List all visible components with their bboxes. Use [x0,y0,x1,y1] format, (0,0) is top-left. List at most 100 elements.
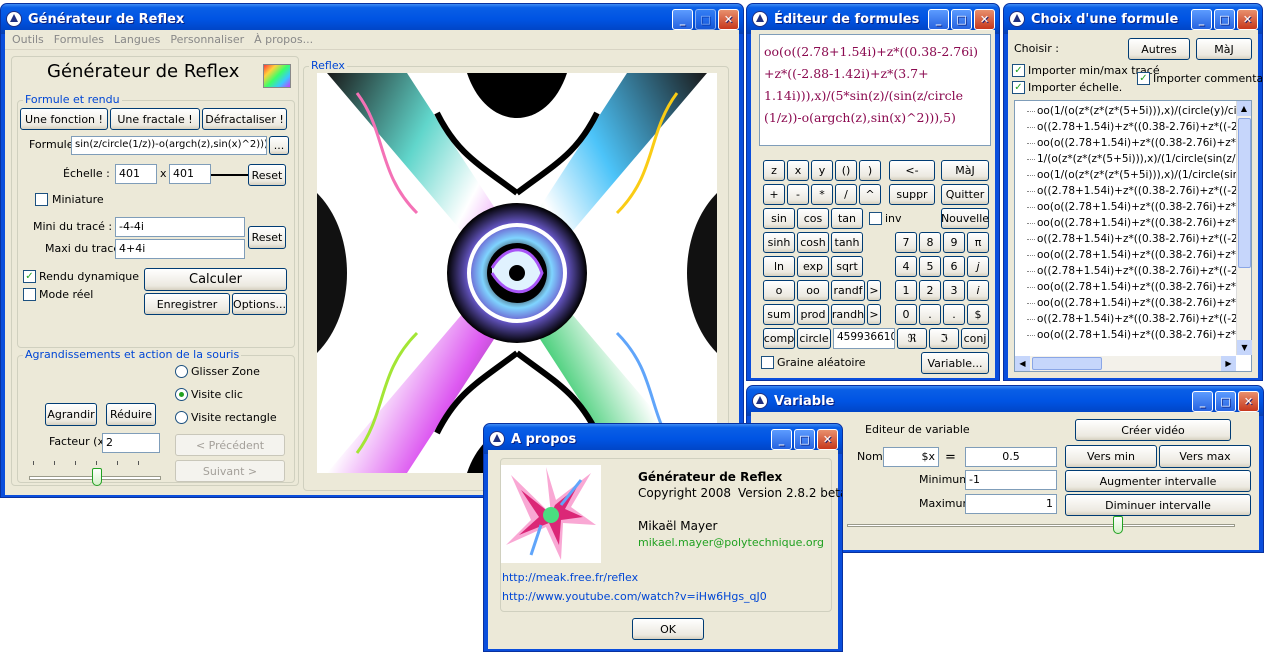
close-icon[interactable]: ✕ [718,9,739,30]
nom-input[interactable]: $x [883,447,939,467]
key-ln[interactable]: ln [763,256,795,277]
fractal-canvas[interactable] [317,73,717,473]
close-icon[interactable]: ✕ [1237,9,1258,30]
agrandir-button[interactable]: Agrandir [45,403,97,426]
graine-checkbox[interactable] [761,356,774,369]
import-echelle-checkbox[interactable]: ✓ [1012,81,1025,94]
key-9[interactable]: 9 [943,232,965,253]
key-real[interactable]: ℜ [897,328,927,349]
key-sqrt[interactable]: sqrt [831,256,863,277]
maximize-icon[interactable]: □ [794,429,815,450]
scale-height-input[interactable]: 401 [169,164,211,184]
key-sum[interactable]: sum [763,304,795,325]
minimize-icon[interactable]: _ [1191,9,1212,30]
key-dollar[interactable]: $ [967,304,989,325]
key-3[interactable]: 3 [943,280,965,301]
scroll-thumb[interactable] [1238,118,1251,268]
list-item[interactable]: 1/(o(z*(z*(z*(5+5i))),x)/(1/circle(sin(z… [1015,151,1251,167]
suivant-button[interactable]: Suivant > [175,460,285,482]
mini-input[interactable]: -4-4i [115,217,245,237]
key-x[interactable]: x [787,160,809,181]
key-imag[interactable]: ℑ [929,328,959,349]
menu-formules[interactable]: Formules [49,33,109,46]
menu-outils[interactable]: Outils [7,33,49,46]
key-dot2[interactable]: . [943,304,965,325]
hscroll-thumb[interactable] [1032,357,1102,370]
key-randf-more[interactable]: > [867,280,881,301]
key-4[interactable]: 4 [895,256,917,277]
minimize-icon[interactable]: _ [672,9,693,30]
list-item[interactable]: oo(o((2.78+1.54i)+z*((0.38-2.76i)+z*((- [1015,199,1251,215]
list-item[interactable]: oo(o((2.78+1.54i)+z*((0.38-2.76i)+z*((- [1015,279,1251,295]
about-link-youtube[interactable]: http://www.youtube.com/watch?v=iHw6Hgs_q… [502,590,767,603]
list-item[interactable]: oo(o((2.78+1.54i)+z*((0.38-2.76i)+z*((- [1015,247,1251,263]
autres-button[interactable]: Autres [1128,38,1190,60]
mode-reel-checkbox[interactable] [23,288,36,301]
close-icon[interactable]: ✕ [817,429,838,450]
fonction-button[interactable]: Une fonction ! [20,108,108,130]
about-link-site[interactable]: http://meak.free.fr/reflex [502,571,638,584]
maximize-icon[interactable]: □ [1214,9,1235,30]
variable-button[interactable]: Variable... [921,352,989,374]
maximum-input[interactable]: 1 [965,494,1057,514]
key-randf[interactable]: randf [831,280,865,301]
augmenter-button[interactable]: Augmenter intervalle [1065,470,1251,492]
key-pi[interactable]: π [967,232,989,253]
key-7[interactable]: 7 [895,232,917,253]
key-divide[interactable]: / [835,184,857,205]
key-tan[interactable]: tan [831,208,863,229]
maximize-icon[interactable]: □ [695,9,716,30]
formula-list[interactable]: oo(1/(o(z*(z*(z*(5+5i))),x)/(circle(y)/c… [1014,100,1252,372]
key-oo[interactable]: oo [797,280,829,301]
key-6[interactable]: 6 [943,256,965,277]
miniature-checkbox[interactable] [35,193,48,206]
key-exp[interactable]: exp [797,256,829,277]
reset-range-button[interactable]: Reset [248,226,286,249]
key-prod[interactable]: prod [797,304,829,325]
list-item[interactable]: o((2.78+1.54i)+z*((0.38-2.76i)+z*((-2.8 [1015,183,1251,199]
list-item[interactable]: o((2.78+1.54i)+z*((0.38-2.76i)+z*((-2.8 [1015,119,1251,135]
list-item[interactable]: oo(1/(o(z*(z*(z*(5+5i))),x)/(circle(y)/c… [1015,103,1251,119]
inv-checkbox[interactable] [869,212,882,225]
key-z[interactable]: z [763,160,785,181]
key-conj[interactable]: conj [961,328,989,349]
key-randh[interactable]: randh [831,304,865,325]
diminuer-button[interactable]: Diminuer intervalle [1065,494,1251,516]
close-icon[interactable]: ✕ [974,9,995,30]
key-parens[interactable]: () [835,160,857,181]
ok-button[interactable]: OK [632,618,704,640]
key-2[interactable]: 2 [919,280,941,301]
menu-langues[interactable]: Langues [109,33,165,46]
key-cos[interactable]: cos [797,208,829,229]
list-item[interactable]: oo(o((2.78+1.54i)+z*((0.38-2.76i)+z*((- [1015,215,1251,231]
key-tanh[interactable]: tanh [831,232,863,253]
formula-input[interactable]: sin(z/circle(1/z))-o(argch(z),sin(x)^2))… [71,136,267,155]
scroll-down-icon[interactable]: ▼ [1237,340,1252,355]
key-suppr[interactable]: suppr [889,184,935,205]
key-backspace[interactable]: <- [889,160,935,181]
calculer-button[interactable]: Calculer [144,268,287,291]
vers-max-button[interactable]: Vers max [1159,445,1251,468]
precedent-button[interactable]: < Précédent [175,434,285,456]
key-close-paren[interactable]: ) [859,160,881,181]
about-email[interactable]: mikael.mayer@polytechnique.org [638,536,824,549]
maxi-input[interactable]: 4+4i [115,239,245,259]
key-circle[interactable]: circle [797,328,831,349]
zoom-slider-thumb[interactable] [92,468,102,486]
list-item[interactable]: o((2.78+1.54i)+z*((0.38-2.76i)+z*((-2.8 [1015,263,1251,279]
key-o[interactable]: o [763,280,795,301]
list-item[interactable]: oo(1/(o(z*(z*(z*(5+5i))),x)/(1/circle(si… [1015,167,1251,183]
key-nouvelle[interactable]: Nouvelle [941,208,989,229]
list-item[interactable]: o((2.78+1.54i)+z*((0.38-2.76i)+z*((-2.8 [1015,311,1251,327]
maximize-icon[interactable]: □ [951,9,972,30]
vertical-scrollbar[interactable]: ▲ ▼ [1236,101,1252,355]
key-i[interactable]: i [967,280,989,301]
value-input[interactable]: 0.5 [965,447,1057,467]
key-dot[interactable]: . [919,304,941,325]
key-minus[interactable]: - [787,184,809,205]
key-0[interactable]: 0 [895,304,917,325]
vers-min-button[interactable]: Vers min [1065,445,1157,468]
key-plus[interactable]: + [763,184,785,205]
key-1[interactable]: 1 [895,280,917,301]
list-item[interactable]: oo(o((2.78+1.54i)+z*((0.38-2.76i)+z*((- [1015,135,1251,151]
